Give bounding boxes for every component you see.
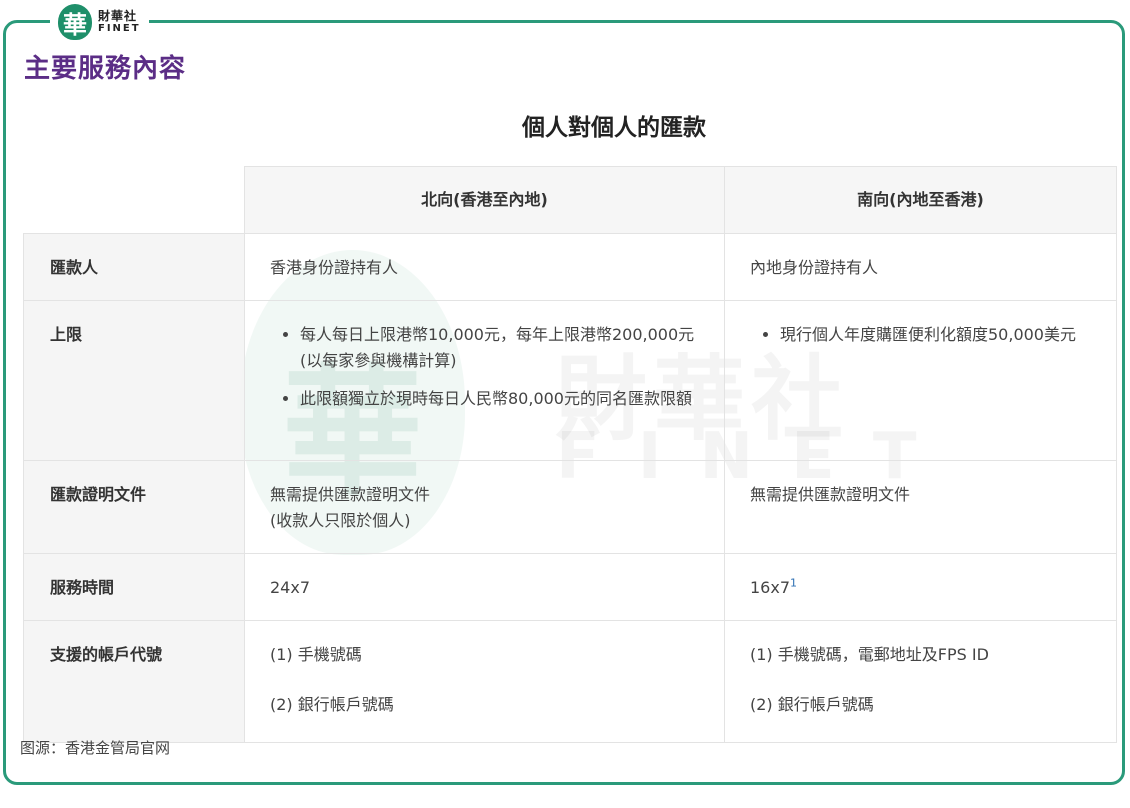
row-label-remitter: 匯款人 [23, 233, 245, 301]
cell-text: 無需提供匯款證明文件 [270, 485, 431, 504]
cell-text: 香港身份證持有人 [270, 258, 399, 277]
table-row: 支援的帳戶代號 (1) 手機號碼 (2) 銀行帳戶號碼 (1) 手機號碼，電郵地… [23, 620, 1117, 743]
table-row: 匯款證明文件 無需提供匯款證明文件 (收款人只限於個人) 無需提供匯款證明文件 [23, 460, 1117, 554]
cell-text: 內地身份證持有人 [750, 258, 879, 277]
row-label-limit: 上限 [23, 300, 245, 461]
cell-south-proof-docs: 無需提供匯款證明文件 [724, 460, 1117, 554]
table-title: 個人對個人的匯款 [522, 115, 706, 141]
cell-south-service-hours: 16x71 [724, 553, 1117, 621]
cell-text: 無需提供匯款證明文件 [750, 485, 911, 504]
cell-south-remitter: 內地身份證持有人 [724, 233, 1117, 301]
table-row: 上限 每人每日上限港幣10,000元，每年上限港幣200,000元(以每家參與機… [23, 300, 1117, 461]
row-label-service-hours: 服務時間 [23, 553, 245, 621]
brand-seal-icon: 華 [58, 4, 92, 40]
cell-north-remitter: 香港身份證持有人 [244, 233, 725, 301]
cell-north-proof-docs: 無需提供匯款證明文件 (收款人只限於個人) [244, 460, 725, 554]
brand-name-en: FINET [98, 23, 141, 34]
cell-text: (1) 手機號碼 [270, 645, 362, 664]
table-corner [23, 166, 245, 234]
cell-south-limit: 現行個人年度購匯便利化額度50,000美元 [724, 300, 1117, 461]
source-note: 图源：香港金管局官网 [20, 739, 171, 757]
cell-text: 16x7 [750, 578, 791, 597]
brand-wordmark: 財華社 FINET [98, 10, 141, 34]
table-row: 匯款人 香港身份證持有人 內地身份證持有人 [23, 233, 1117, 301]
list-item: 現行個人年度購匯便利化額度50,000美元 [780, 322, 1106, 348]
cell-text: (1) 手機號碼，電郵地址及FPS ID [750, 645, 989, 664]
page-title: 主要服務內容 [24, 54, 187, 84]
cell-text: (2) 銀行帳戶號碼 [750, 695, 874, 714]
cell-north-limit: 每人每日上限港幣10,000元，每年上限港幣200,000元(以每家參與機構計算… [244, 300, 725, 461]
cell-text: 24x7 [270, 578, 311, 597]
remittance-table: 北向(香港至內地) 南向(內地至香港) 匯款人 香港身份證持有人 內地身份證持有… [23, 166, 1117, 743]
table-row: 服務時間 24x7 16x71 [23, 553, 1117, 621]
limit-list-south: 現行個人年度購匯便利化額度50,000美元 [750, 322, 1106, 348]
brand-name-cn: 財華社 [98, 9, 138, 23]
cell-text: (2) 銀行帳戶號碼 [270, 695, 394, 714]
cell-north-account-proxy: (1) 手機號碼 (2) 銀行帳戶號碼 [244, 620, 725, 743]
row-label-proof-docs: 匯款證明文件 [23, 460, 245, 554]
limit-list-north: 每人每日上限港幣10,000元，每年上限港幣200,000元(以每家參與機構計算… [270, 322, 714, 412]
cell-text: (收款人只限於個人) [270, 511, 411, 530]
cell-north-service-hours: 24x7 [244, 553, 725, 621]
footnote-link[interactable]: 1 [790, 577, 797, 590]
list-item: 此限額獨立於現時每日人民幣80,000元的同名匯款限額 [300, 386, 714, 412]
row-label-account-proxy: 支援的帳戶代號 [23, 620, 245, 743]
list-item: 每人每日上限港幣10,000元，每年上限港幣200,000元(以每家參與機構計算… [300, 322, 714, 374]
column-header-south: 南向(內地至香港) [724, 166, 1117, 234]
column-header-north: 北向(香港至內地) [244, 166, 725, 234]
cell-south-account-proxy: (1) 手機號碼，電郵地址及FPS ID (2) 銀行帳戶號碼 [724, 620, 1117, 743]
brand-logo: 華 財華社 FINET [50, 4, 149, 40]
